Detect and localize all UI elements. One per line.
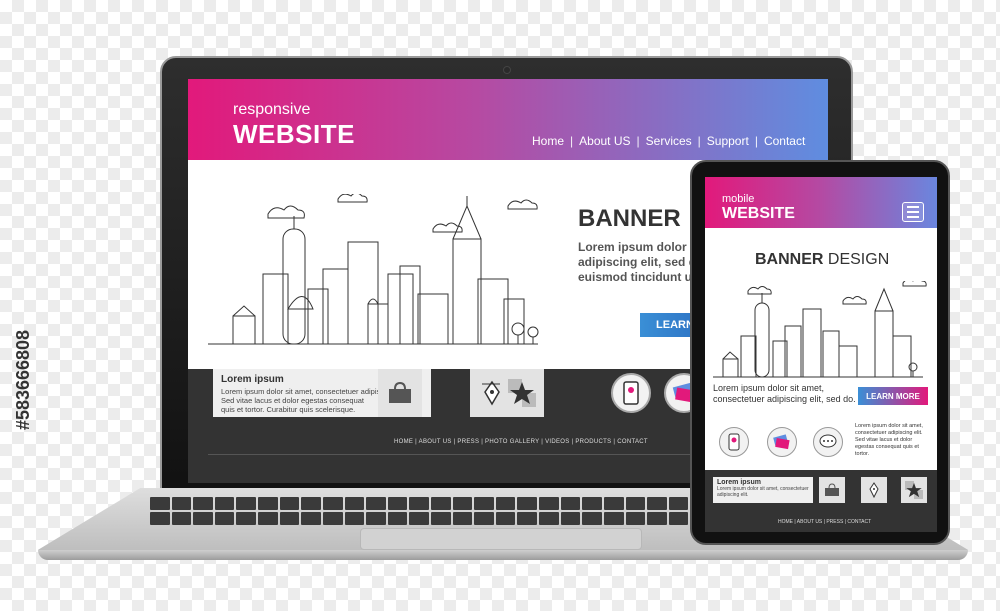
- laptop-trackpad: [360, 528, 642, 550]
- nav-home[interactable]: Home: [532, 134, 564, 148]
- nav-contact[interactable]: Contact: [764, 134, 805, 148]
- menu-icon[interactable]: [902, 202, 924, 222]
- star-icon[interactable]: [500, 369, 544, 417]
- mobile-phone-icon[interactable]: [611, 373, 651, 413]
- city-illustration: [208, 194, 539, 345]
- laptop-logo-big[interactable]: WEBSITE: [233, 119, 355, 150]
- tablet-footer-nav[interactable]: HOME | ABOUT US | PRESS | CONTACT: [778, 519, 871, 525]
- laptop-banner-title: BANNER: [578, 205, 681, 232]
- tablet-logo-small: mobile: [722, 193, 755, 205]
- tablet-side-text: Lorem ipsum dolor sit amet, consectetuer…: [855, 423, 923, 457]
- tablet-logo-big[interactable]: WEBSITE: [722, 205, 795, 223]
- tablet-lorem-card: Lorem ipsum Lorem ipsum dolor sit amet, …: [713, 477, 813, 503]
- laptop-logo-small: responsive: [233, 101, 311, 118]
- star-icon[interactable]: [901, 477, 927, 503]
- laptop-keyboard: [150, 497, 710, 525]
- tablet-screen: mobile WEBSITE BANNER DESIGN Lorem ipsum…: [705, 177, 937, 532]
- lorem-card-title: Lorem ipsum: [717, 479, 761, 486]
- stock-id-label: #583666808: [12, 329, 33, 431]
- laptop-base-edge: [38, 550, 968, 560]
- pen-nib-icon[interactable]: [861, 477, 887, 503]
- lorem-card-text: Lorem ipsum dolor sit amet, consectetuer…: [717, 486, 809, 498]
- nav-separator: |: [754, 134, 758, 148]
- shopping-bag-icon[interactable]: [819, 477, 845, 503]
- credit-cards-icon[interactable]: [767, 427, 797, 457]
- chat-bubble-icon[interactable]: [813, 427, 843, 457]
- shopping-bag-icon[interactable]: [378, 369, 422, 417]
- laptop-nav: Home | About US | Services | Support | C…: [532, 134, 805, 148]
- tablet-banner-title: BANNER DESIGN: [755, 251, 890, 268]
- tablet-banner-text: Lorem ipsum dolor sit amet, consectetuer…: [713, 383, 856, 404]
- laptop-footer-nav[interactable]: HOME | ABOUT US | PRESS | PHOTO GALLERY …: [394, 439, 648, 445]
- mobile-phone-icon[interactable]: [719, 427, 749, 457]
- laptop-camera: [503, 66, 511, 74]
- learn-more-button[interactable]: LEARN MORE: [858, 387, 928, 405]
- nav-about[interactable]: About US: [579, 134, 630, 148]
- nav-services[interactable]: Services: [646, 134, 692, 148]
- nav-separator: |: [636, 134, 640, 148]
- tablet-city-illustration: [713, 281, 927, 378]
- nav-support[interactable]: Support: [707, 134, 749, 148]
- nav-separator: |: [697, 134, 701, 148]
- nav-separator: |: [570, 134, 574, 148]
